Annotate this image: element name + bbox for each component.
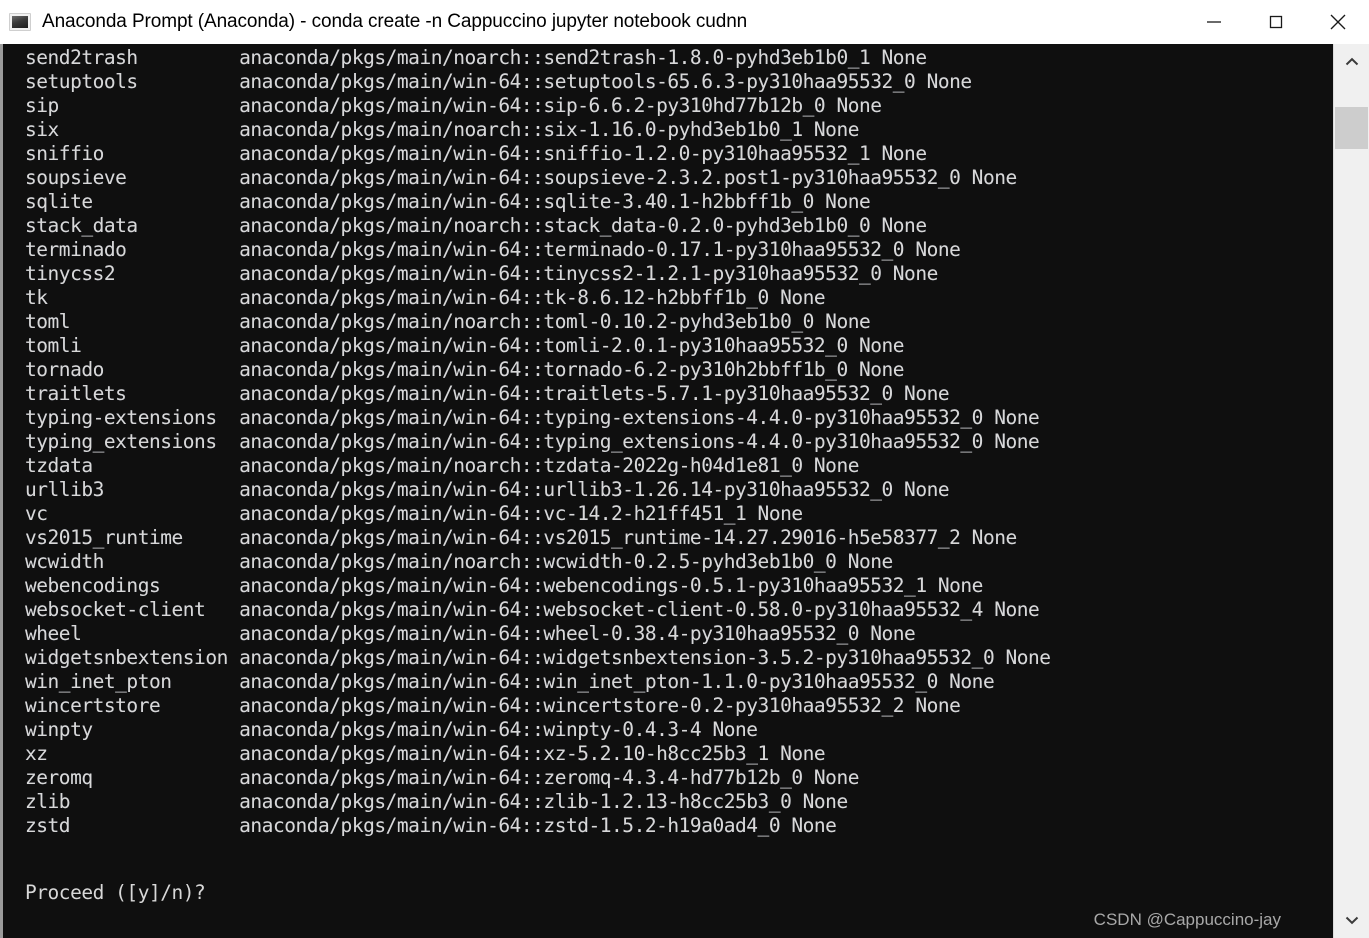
scrollbar-track[interactable] — [1334, 80, 1369, 902]
chevron-up-icon — [1345, 57, 1358, 66]
close-button[interactable] — [1307, 0, 1369, 44]
minimize-button[interactable] — [1183, 0, 1245, 44]
terminal-area[interactable]: send2trash anaconda/pkgs/main/noarch::se… — [0, 44, 1369, 938]
watermark-label: CSDN @Cappuccino-jay — [1093, 910, 1281, 929]
window-title: Anaconda Prompt (Anaconda) - conda creat… — [42, 11, 748, 32]
terminal-viewport: send2trash anaconda/pkgs/main/noarch::se… — [3, 44, 1333, 938]
close-icon — [1330, 14, 1346, 30]
scroll-down-button[interactable] — [1334, 902, 1369, 938]
caption-buttons — [1183, 0, 1369, 44]
scrollbar-thumb[interactable] — [1335, 107, 1368, 149]
console-window: Anaconda Prompt (Anaconda) - conda creat… — [0, 0, 1369, 938]
terminal-prompt: Proceed ([y]/n)? — [25, 881, 206, 904]
console-icon — [9, 13, 31, 31]
terminal-output: send2trash anaconda/pkgs/main/noarch::se… — [25, 46, 1051, 837]
scroll-up-button[interactable] — [1334, 44, 1369, 80]
maximize-icon — [1269, 15, 1283, 29]
maximize-button[interactable] — [1245, 0, 1307, 44]
title-bar[interactable]: Anaconda Prompt (Anaconda) - conda creat… — [0, 0, 1369, 44]
vertical-scrollbar[interactable] — [1333, 44, 1369, 938]
minimize-icon — [1207, 21, 1221, 23]
chevron-down-icon — [1345, 916, 1358, 925]
